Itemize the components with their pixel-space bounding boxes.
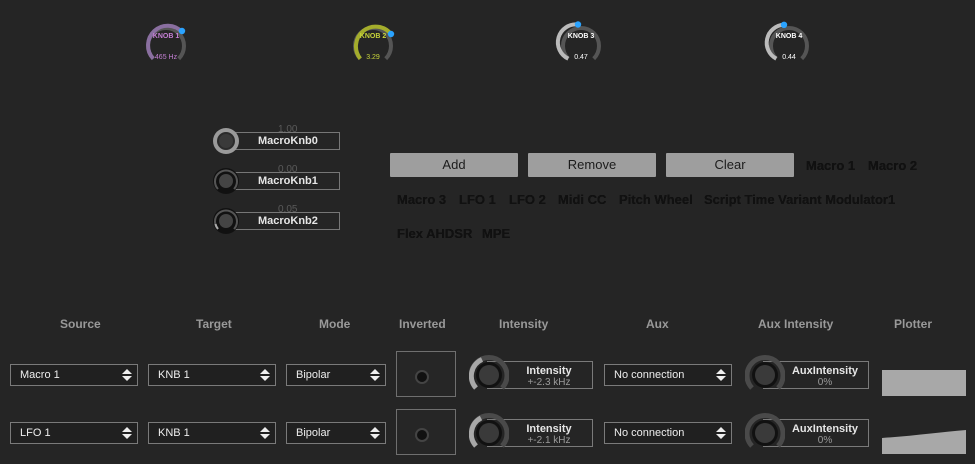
aux-intensity-slider[interactable]: AuxIntensity 0% (745, 413, 869, 448)
intensity-slider-label: Intensity (526, 365, 572, 377)
macro-knob-1[interactable]: 0.00 MacroKnb1 (210, 164, 340, 194)
toggle-indicator-icon (415, 428, 429, 442)
knob-4-dial (764, 21, 809, 61)
knob-2-value: 3.29 (366, 54, 380, 61)
aux-intensity-slider[interactable]: AuxIntensity 0% (745, 355, 869, 390)
plotter-graph (882, 430, 966, 454)
header-intensity: Intensity (499, 317, 549, 331)
source-select[interactable]: Macro 1 (10, 364, 138, 386)
source-chip-macro-1[interactable]: Macro 1 (806, 158, 855, 173)
aux-intensity-slider-value: 0% (817, 435, 833, 446)
source-chip-macro-3[interactable]: Macro 3 (397, 192, 446, 207)
knob-2-dial (353, 24, 395, 61)
knob-2[interactable]: KNOB 2 3.29 (343, 12, 403, 72)
source-select[interactable]: LFO 1 (10, 422, 138, 444)
knob-4[interactable]: KNOB 4 0.44 (759, 12, 819, 72)
intensity-slider[interactable]: Intensity +-2.1 kHz (469, 413, 595, 448)
header-plotter: Plotter (894, 317, 933, 331)
source-chip-script-modulator[interactable]: Script Time Variant Modulator1 (704, 192, 895, 207)
knob-3[interactable]: KNOB 3 0.47 (551, 12, 611, 72)
knob-3-dial (555, 21, 601, 61)
chevron-updown-icon (716, 369, 726, 381)
chevron-updown-icon (122, 369, 132, 381)
header-aux: Aux (646, 317, 669, 331)
knob-3-label: KNOB 3 (567, 33, 595, 40)
toggle-indicator-icon (415, 370, 429, 384)
chevron-updown-icon (716, 427, 726, 439)
intensity-slider-value: +-2.3 kHz (527, 377, 571, 388)
mode-select[interactable]: Bipolar (286, 422, 386, 444)
source-chip-macro-2[interactable]: Macro 2 (868, 158, 917, 173)
knob-1-label: KNOB 1 (152, 33, 180, 40)
plotter-graph (882, 370, 966, 396)
macro-knob-0[interactable]: 1.00 MacroKnb0 (210, 124, 340, 154)
header-source: Source (60, 317, 101, 331)
macro-knob-0-label: MacroKnb0 (258, 135, 318, 147)
macro-knob-2-label: MacroKnb2 (258, 215, 318, 227)
aux-select-value: No connection (614, 427, 685, 439)
source-select-value: LFO 1 (20, 427, 51, 439)
header-target: Target (196, 317, 232, 331)
target-select[interactable]: KNB 1 (148, 364, 276, 386)
macro-knob-2[interactable]: 0.05 MacroKnb2 (210, 204, 340, 234)
knob-4-label: KNOB 4 (775, 33, 803, 40)
mode-select-value: Bipolar (296, 427, 331, 439)
source-chip-midi-cc[interactable]: Midi CC (558, 192, 606, 207)
chevron-updown-icon (370, 369, 380, 381)
source-chip-pitch-wheel[interactable]: Pitch Wheel (619, 192, 693, 207)
inverted-toggle[interactable] (396, 351, 456, 397)
add-button[interactable]: Add (390, 153, 518, 177)
macro-knob-0-value: 1.00 (278, 124, 298, 135)
chevron-updown-icon (370, 427, 380, 439)
source-chip-mpe[interactable]: MPE (482, 226, 510, 241)
source-chip-lfo-2[interactable]: LFO 2 (509, 192, 546, 207)
aux-select[interactable]: No connection (604, 422, 732, 444)
intensity-slider-value: +-2.1 kHz (527, 435, 571, 446)
inverted-toggle[interactable] (396, 409, 456, 455)
intensity-slider[interactable]: Intensity +-2.3 kHz (469, 355, 595, 390)
aux-intensity-knob (745, 355, 785, 390)
mode-select[interactable]: Bipolar (286, 364, 386, 386)
source-chip-flex-ahdsr[interactable]: Flex AHDSR (397, 226, 472, 241)
knob-1-dial (146, 23, 186, 61)
header-aux-intensity: Aux Intensity (758, 317, 834, 331)
target-select[interactable]: KNB 1 (148, 422, 276, 444)
knob-3-value: 0.47 (574, 54, 588, 61)
clear-button[interactable]: Clear (666, 153, 794, 177)
chevron-updown-icon (260, 427, 270, 439)
aux-intensity-slider-value: 0% (817, 377, 833, 388)
knob-1-value: 465 Hz (154, 54, 178, 61)
macro-knob-2-value: 0.05 (278, 204, 298, 215)
aux-select-value: No connection (614, 369, 685, 381)
chevron-updown-icon (260, 369, 270, 381)
header-mode: Mode (319, 317, 351, 331)
aux-intensity-knob (745, 413, 785, 448)
knob-1[interactable]: KNOB 1 465 Hz (136, 12, 196, 72)
chevron-updown-icon (122, 427, 132, 439)
aux-intensity-slider-label: AuxIntensity (791, 423, 858, 435)
knob-2-label: KNOB 2 (359, 33, 387, 40)
target-select-value: KNB 1 (158, 427, 190, 439)
macro-knob-2-dial (213, 208, 239, 234)
mode-select-value: Bipolar (296, 369, 331, 381)
aux-select[interactable]: No connection (604, 364, 732, 386)
intensity-knob (469, 355, 509, 390)
macro-knob-0-dial (213, 128, 239, 154)
target-select-value: KNB 1 (158, 369, 190, 381)
intensity-knob (469, 413, 509, 448)
macro-knob-1-label: MacroKnb1 (258, 175, 318, 187)
remove-button[interactable]: Remove (528, 153, 656, 177)
knob-4-value: 0.44 (782, 54, 796, 61)
aux-intensity-slider-label: AuxIntensity (791, 365, 858, 377)
macro-knob-1-dial (213, 168, 239, 194)
header-inverted: Inverted (399, 317, 446, 331)
macro-knob-1-value: 0.00 (278, 164, 298, 175)
source-select-value: Macro 1 (20, 369, 60, 381)
source-chip-lfo-1[interactable]: LFO 1 (459, 192, 496, 207)
intensity-slider-label: Intensity (526, 423, 572, 435)
